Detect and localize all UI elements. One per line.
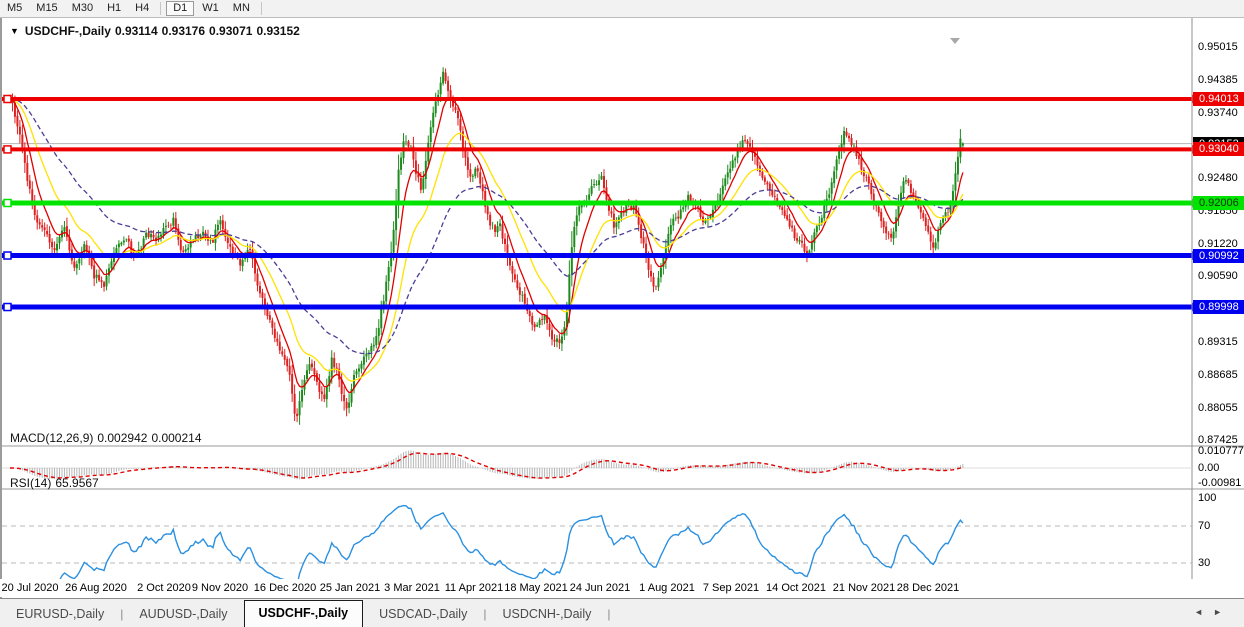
chart-tab-usdcad[interactable]: USDCAD-,Daily <box>363 602 483 627</box>
scroll-right-icon: ► <box>1213 607 1232 617</box>
chevron-down-icon[interactable]: ▼ <box>10 26 19 36</box>
chart-tab-audusd[interactable]: AUDUSD-,Daily <box>123 602 243 627</box>
chart-symbol-label: USDCHF-,Daily <box>25 24 111 38</box>
tab-divider: | <box>607 602 610 627</box>
toolbar-separator <box>160 2 161 15</box>
timeframe-button-d1[interactable]: D1 <box>166 1 194 16</box>
price-tick-label: 0.89315 <box>1198 335 1244 349</box>
macd-indicator-label: MACD(12,26,9)0.0029420.000214 <box>10 431 206 445</box>
date-tick-label: 28 Dec 2021 <box>897 582 959 594</box>
line-price-label: 0.90992 <box>1193 249 1244 263</box>
trading-platform-window: M5M15M30H1H4 D1W1MN ▼ USDCHF-,Daily 0.93114… <box>0 0 1244 627</box>
date-tick-label: 7 Sep 2021 <box>703 582 759 594</box>
date-tick-label: 11 Apr 2021 <box>445 582 504 594</box>
date-tick-label: 18 May 2021 <box>504 582 568 594</box>
price-tick-label: 0.94385 <box>1198 73 1244 87</box>
timeframe-button-h1[interactable]: H1 <box>101 1 127 16</box>
date-tick-label: 1 Aug 2021 <box>639 582 695 594</box>
line-price-label: 0.94013 <box>1193 92 1244 106</box>
timeframe-toolbar: M5M15M30H1H4 D1W1MN <box>0 0 1244 18</box>
macd-axis-label: 0.00 <box>1198 461 1244 475</box>
line-price-label: 0.89998 <box>1193 300 1244 314</box>
date-tick-label: 24 Jun 2021 <box>570 582 631 594</box>
date-tick-label: 16 Dec 2020 <box>254 582 316 594</box>
macd-axis-label: -0.00981 <box>1198 476 1244 490</box>
chart-window: ▼ USDCHF-,Daily 0.93114 0.93176 0.93071 0.931… <box>0 18 1244 598</box>
chart-tab-bar: EURUSD-,Daily | AUDUSD-,DailyUSDCHF-,Daily… <box>0 598 1244 627</box>
price-tick-label: 0.92480 <box>1198 171 1244 185</box>
date-tick-label: 14 Oct 2021 <box>766 582 826 594</box>
date-tick-label: 3 Mar 2021 <box>384 582 440 594</box>
chart-tab-usdchf[interactable]: USDCHF-,Daily <box>244 600 364 627</box>
price-tick-label: 0.90590 <box>1198 269 1244 283</box>
date-axis: 20 Jul 2020 26 Aug 2020 2 Oct 20209 Nov 20… <box>0 579 1244 597</box>
price-tick-label: 0.88055 <box>1198 401 1244 415</box>
line-price-label: 0.93040 <box>1193 142 1244 156</box>
date-tick-label: 26 Aug 2020 <box>65 582 127 594</box>
rsi-axis-label: 70 <box>1198 519 1244 533</box>
date-tick-label: 25 Jan 2021 <box>320 582 381 594</box>
rsi-axis-label: 30 <box>1198 556 1244 570</box>
ohlc-low: 0.93071 <box>209 24 252 38</box>
price-chart-plot[interactable] <box>2 18 1244 598</box>
date-tick-label: 9 Nov 2020 <box>192 582 248 594</box>
timeframe-button-mn[interactable]: MN <box>227 1 256 16</box>
rsi-axis-label: 100 <box>1198 491 1244 505</box>
timeframe-button-m30[interactable]: M30 <box>66 1 99 16</box>
chart-title: ▼ USDCHF-,Daily 0.93114 0.93176 0.93071 0.931… <box>10 24 304 38</box>
timeframe-button-w1[interactable]: W1 <box>196 1 225 16</box>
rsi-indicator-label: RSI(14)65.9567 <box>10 476 103 490</box>
macd-axis-label: 0.010777 <box>1198 444 1244 458</box>
ohlc-close: 0.93152 <box>256 24 299 38</box>
timeframe-button-m15[interactable]: M15 <box>30 1 63 16</box>
ohlc-open: 0.93114 <box>115 24 158 38</box>
timeframe-button-h4[interactable]: H4 <box>129 1 155 16</box>
date-tick-label: 2 Oct 2020 <box>137 582 191 594</box>
price-tick-label: 0.93740 <box>1198 106 1244 120</box>
tab-scroll-arrows[interactable]: ◄► <box>1194 607 1232 617</box>
price-tick-label: 0.88685 <box>1198 368 1244 382</box>
price-tick-label: 0.95015 <box>1198 40 1244 54</box>
timeframe-button-m5[interactable]: M5 <box>1 1 28 16</box>
date-tick-label: 20 Jul 2020 <box>2 582 59 594</box>
ohlc-high: 0.93176 <box>162 24 205 38</box>
date-tick-label: 21 Nov 2021 <box>833 582 895 594</box>
scroll-left-icon: ◄ <box>1194 607 1213 617</box>
chart-tab-usdcnh[interactable]: USDCNH-,Daily <box>486 602 607 627</box>
toolbar-separator <box>261 2 262 15</box>
chart-tab-eurusd[interactable]: EURUSD-,Daily <box>0 602 120 627</box>
line-price-label: 0.92006 <box>1193 196 1244 210</box>
